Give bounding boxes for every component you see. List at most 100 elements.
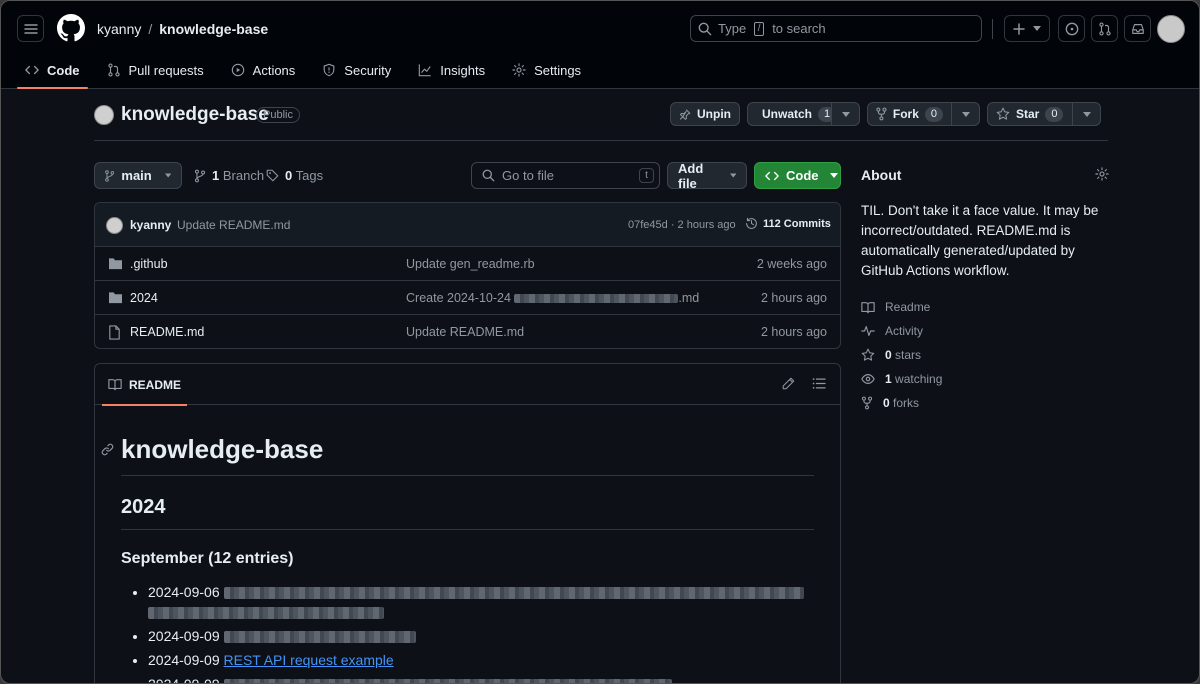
eye-icon [861,374,875,384]
watching-link[interactable]: 1 watching [861,367,1108,391]
gear-icon[interactable] [1095,167,1109,181]
stars-count: 0 [885,348,892,362]
file-row[interactable]: .github Update gen_readme.rb 2 weeks ago [95,247,840,281]
file-name[interactable]: 2024 [130,291,158,305]
tab-settings[interactable]: Settings [504,55,589,85]
repo-nav-tabs: Code Pull requests Actions Security Insi… [1,55,600,89]
unwatch-label: Unwatch [762,107,813,121]
tab-label: Actions [252,62,296,78]
watching-label: watching [895,372,943,386]
entry-date: 2024-09-09 [148,628,220,644]
star-dropdown-button[interactable] [1072,102,1101,126]
commit-meta[interactable]: 07fe45d · 2 hours ago [628,219,736,231]
browser-window: kyanny / knowledge-base Type / to search C [0,0,1200,684]
inbox-button[interactable] [1124,15,1151,42]
readme-tab[interactable]: README [102,364,188,406]
triangle-down-icon [729,173,736,178]
user-avatar[interactable] [1157,15,1185,43]
redacted-link[interactable] [223,587,804,600]
repo-title[interactable]: knowledge-base [121,104,269,126]
repo-forked-icon [876,107,887,121]
history-icon [746,217,757,229]
unwatch-dropdown-button[interactable] [831,102,860,126]
commit-author-avatar[interactable] [106,217,123,234]
tab-security[interactable]: Security [314,55,399,85]
header-divider [992,19,993,39]
forks-link[interactable]: 0 forks [861,391,1108,415]
stars-link[interactable]: 0 stars [861,343,1108,367]
list-unordered-icon[interactable] [812,377,826,390]
go-to-file-input[interactable]: Go to file t [471,162,660,189]
file-commit-message[interactable]: Create 2024-10-24 .md [406,291,699,305]
git-branch-icon [105,169,115,182]
link-icon[interactable] [101,443,114,456]
inbox-icon [1131,23,1144,34]
gear-icon [512,63,526,77]
pull-requests-button[interactable] [1091,15,1118,42]
tab-actions[interactable]: Actions [223,55,304,85]
redacted-link[interactable] [223,631,416,644]
search-placeholder-after: to search [772,21,826,36]
breadcrumb-owner[interactable]: kyanny [97,21,141,37]
readme-header: README [95,364,840,406]
file-row[interactable]: 2024 Create 2024-10-24 .md 2 hours ago [95,281,840,315]
readme-year-heading: 2024 [121,496,814,530]
git-branch-icon [194,169,206,182]
unpin-label: Unpin [697,107,731,121]
file-name[interactable]: .github [130,257,168,271]
readme-link-label: Readme [885,300,931,314]
readme-link[interactable]: Readme [861,295,1108,319]
branches-label: Branch [222,168,265,183]
list-item: 2024-09-09 [148,626,814,646]
tab-pull-requests[interactable]: Pull requests [99,55,212,85]
tags-link[interactable]: 0 Tags [266,168,323,183]
redacted-link[interactable] [223,679,672,683]
file-commit-message[interactable]: Update README.md [406,325,524,339]
github-logo-icon[interactable] [57,14,85,42]
visibility-badge: Public [256,107,300,123]
commit-message[interactable]: Update README.md [177,218,290,232]
file-name[interactable]: README.md [130,325,204,339]
tab-label: Settings [534,62,582,78]
shield-icon [323,63,335,77]
redacted-link[interactable] [148,607,384,620]
branches-count: 1 [212,168,220,183]
branches-link[interactable]: 1 Branch [194,168,264,183]
tab-insights[interactable]: Insights [410,55,493,85]
commit-author[interactable]: kyanny [130,218,171,232]
star-button[interactable]: Star 0 [987,102,1073,126]
commits-link[interactable]: 112 Commits [745,217,831,230]
issues-button[interactable] [1058,15,1085,42]
file-row[interactable]: README.md Update README.md 2 hours ago [95,315,840,348]
entry-link[interactable]: REST API request example [224,652,394,668]
repo-owner-avatar[interactable] [94,105,114,125]
file-commit-message[interactable]: Update gen_readme.rb [406,257,535,271]
fork-button[interactable]: Fork 0 [867,102,952,126]
menu-button[interactable] [17,15,44,42]
go-to-file-placeholder: Go to file [502,168,555,183]
entry-date: 2024-09-09 [148,676,220,684]
git-pull-request-icon [107,63,120,77]
book-icon [861,301,875,313]
unwatch-button[interactable]: Unwatch 1 [747,102,837,126]
readme-content: knowledge-base 2024 September (12 entrie… [101,434,814,684]
folder-icon [109,292,122,304]
triangle-down-icon [1082,111,1091,117]
code-button[interactable]: Code [754,162,841,189]
watching-count: 1 [885,372,892,386]
breadcrumb-repo[interactable]: knowledge-base [159,21,268,37]
tab-code[interactable]: Code [17,55,88,89]
pencil-icon[interactable] [782,377,795,390]
search-input[interactable]: Type / to search [690,15,982,42]
activity-link[interactable]: Activity [861,319,1108,343]
readme-panel: README knowledge-base 2024 September (12… [94,363,841,684]
create-new-button[interactable] [1004,15,1050,42]
unpin-button[interactable]: Unpin [670,102,740,126]
readme-title: knowledge-base [101,434,814,476]
branch-select-button[interactable]: main [94,162,182,189]
about-heading: About [861,167,902,183]
about-links: Readme Activity 0 stars 1 watching 0 for… [861,295,1108,415]
list-item: 2024-09-09 [148,674,814,684]
add-file-button[interactable]: Add file [667,161,747,191]
fork-dropdown-button[interactable] [951,102,980,126]
